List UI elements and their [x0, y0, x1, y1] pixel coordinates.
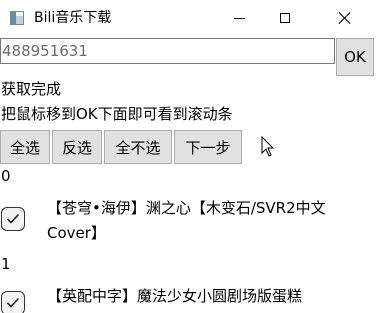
title-bar[interactable]: Bili音乐下载 [0, 0, 376, 36]
list-item-title: 【英配中字】魔法少女小圆剧场版蛋糕 [47, 287, 303, 305]
window-title: Bili音乐下载 [34, 10, 112, 26]
id-input[interactable] [0, 38, 335, 64]
list-item-checkbox[interactable] [1, 291, 25, 313]
select-all-button[interactable]: 全选 [0, 130, 50, 164]
minimize-icon [233, 17, 245, 19]
checkmark-icon [6, 297, 20, 308]
minimize-button[interactable] [216, 0, 262, 36]
invert-selection-button[interactable]: 反选 [52, 130, 102, 164]
maximize-icon [280, 13, 290, 23]
close-button[interactable] [322, 0, 368, 36]
app-window-icon [10, 11, 24, 25]
list-item-checkbox[interactable] [1, 207, 25, 231]
list-item-index: 1 [1, 255, 11, 273]
close-icon [339, 12, 351, 24]
select-none-button[interactable]: 全不选 [104, 130, 172, 164]
list-item-title: 【苍穹•海伊】渊之心【木变石/SVR2中文Cover】 [47, 199, 326, 242]
next-step-button[interactable]: 下一步 [174, 130, 242, 164]
app-window: Bili音乐下载 OK 获取完成 把鼠标移到OK下面即可看到滚动条 全选 反选 … [0, 0, 376, 313]
maximize-button[interactable] [262, 0, 308, 36]
checkmark-icon [6, 213, 20, 224]
hint-text: 把鼠标移到OK下面即可看到滚动条 [1, 105, 233, 123]
mouse-cursor-icon [261, 136, 275, 157]
status-text: 获取完成 [1, 80, 62, 98]
list-item-index: 0 [1, 167, 11, 185]
ok-button[interactable]: OK [336, 38, 374, 76]
